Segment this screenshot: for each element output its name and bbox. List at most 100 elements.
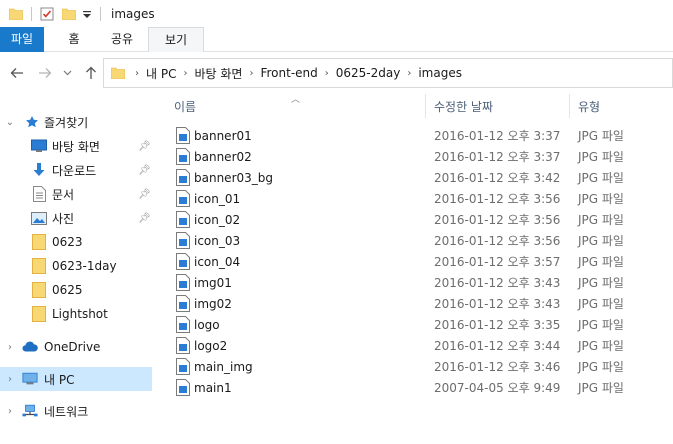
- file-row[interactable]: img01 2016-01-12 오후 3:43 JPG 파일: [160, 272, 673, 293]
- breadcrumb-chevron-icon[interactable]: ›: [179, 68, 191, 79]
- file-row[interactable]: banner02 2016-01-12 오후 3:37 JPG 파일: [160, 146, 673, 167]
- image-file-icon: [176, 358, 190, 375]
- breadcrumb-chevron-icon[interactable]: ›: [403, 68, 415, 79]
- image-file-icon: [176, 169, 190, 186]
- file-row[interactable]: logo 2016-01-12 오후 3:35 JPG 파일: [160, 314, 673, 335]
- nav-this-pc[interactable]: › 내 PC: [0, 367, 152, 391]
- column-divider[interactable]: [425, 94, 426, 118]
- file-date: 2016-01-12 오후 3:35: [434, 318, 561, 332]
- file-date: 2016-01-12 오후 3:56: [434, 192, 561, 206]
- nav-onedrive[interactable]: › OneDrive: [0, 335, 152, 359]
- file-date: 2016-01-12 오후 3:46: [434, 360, 561, 374]
- breadcrumb-chevron-icon[interactable]: ›: [131, 68, 143, 79]
- desktop-icon: [31, 138, 47, 154]
- nav-folder-0625[interactable]: 0625: [0, 278, 152, 302]
- chevron-right-icon[interactable]: ›: [5, 406, 15, 417]
- file-name: icon_02: [194, 212, 241, 227]
- file-name: banner01: [194, 128, 252, 143]
- nav-folder-lightshot[interactable]: Lightshot: [0, 302, 152, 326]
- column-label: 유형: [578, 99, 601, 114]
- nav-pictures[interactable]: 사진 📌︎: [0, 206, 152, 230]
- image-file-icon: [176, 379, 190, 396]
- address-bar[interactable]: › 내 PC › 바탕 화면 › Front-end › 0625-2day ›…: [103, 58, 673, 88]
- nav-label: Lightshot: [52, 307, 108, 321]
- file-type: JPG 파일: [578, 276, 624, 290]
- image-file-icon: [176, 232, 190, 249]
- new-folder-icon[interactable]: [62, 8, 76, 20]
- column-header-name[interactable]: 이름: [174, 94, 424, 118]
- file-row[interactable]: banner03_bg 2016-01-12 오후 3:42 JPG 파일: [160, 167, 673, 188]
- pin-icon[interactable]: 📌︎: [138, 213, 151, 224]
- properties-icon[interactable]: [40, 7, 54, 21]
- file-row[interactable]: img02 2016-01-12 오후 3:43 JPG 파일: [160, 293, 673, 314]
- nav-label: 다운로드: [52, 163, 97, 178]
- file-row[interactable]: main_img 2016-01-12 오후 3:46 JPG 파일: [160, 356, 673, 377]
- back-button[interactable]: [8, 64, 26, 82]
- forward-button[interactable]: [36, 64, 54, 82]
- toolbar-divider: [100, 6, 101, 21]
- file-row[interactable]: icon_03 2016-01-12 오후 3:56 JPG 파일: [160, 230, 673, 251]
- navigation-pane: ⌄ 즐겨찾기 바탕 화면 📌︎ 다운로드 📌︎ 문서 📌︎ 사진 📌︎ 0623…: [0, 94, 152, 444]
- file-type: JPG 파일: [578, 360, 624, 374]
- column-divider[interactable]: [569, 94, 570, 118]
- folder-icon: [31, 234, 47, 250]
- file-type: JPG 파일: [578, 129, 624, 143]
- breadcrumb-chevron-icon[interactable]: ›: [245, 68, 257, 79]
- image-file-icon: [176, 211, 190, 228]
- file-row[interactable]: main1 2007-04-05 오후 9:49 JPG 파일: [160, 377, 673, 398]
- pin-icon[interactable]: 📌︎: [138, 141, 151, 152]
- file-type: JPG 파일: [578, 297, 624, 311]
- nav-quick-access[interactable]: ⌄ 즐겨찾기: [0, 110, 152, 134]
- nav-desktop[interactable]: 바탕 화면 📌︎: [0, 134, 152, 158]
- breadcrumb-chevron-icon[interactable]: ›: [321, 68, 333, 79]
- file-row[interactable]: banner01 2016-01-12 오후 3:37 JPG 파일: [160, 125, 673, 146]
- folder-icon: [31, 282, 47, 298]
- nav-folder-0623-1day[interactable]: 0623-1day: [0, 254, 152, 278]
- image-file-icon: [176, 127, 190, 144]
- nav-network[interactable]: › 네트워크: [0, 399, 152, 423]
- file-type: JPG 파일: [578, 150, 624, 164]
- customize-toolbar-icon[interactable]: [82, 8, 92, 20]
- nav-downloads[interactable]: 다운로드 📌︎: [0, 158, 152, 182]
- breadcrumb-this-pc[interactable]: 내 PC: [143, 65, 179, 82]
- file-row[interactable]: logo2 2016-01-12 오후 3:44 JPG 파일: [160, 335, 673, 356]
- chevron-right-icon[interactable]: ›: [5, 342, 15, 353]
- file-row[interactable]: icon_02 2016-01-12 오후 3:56 JPG 파일: [160, 209, 673, 230]
- chevron-down-icon[interactable]: ⌄: [5, 117, 15, 128]
- file-type: JPG 파일: [578, 213, 624, 227]
- file-date: 2016-01-12 오후 3:37: [434, 150, 561, 164]
- nav-documents[interactable]: 문서 📌︎: [0, 182, 152, 206]
- breadcrumb-images[interactable]: images: [415, 66, 465, 80]
- breadcrumb-desktop[interactable]: 바탕 화면: [191, 65, 245, 82]
- tab-home[interactable]: 홈: [56, 27, 92, 52]
- pin-icon[interactable]: 📌︎: [138, 189, 151, 200]
- file-row[interactable]: icon_04 2016-01-12 오후 3:57 JPG 파일: [160, 251, 673, 272]
- breadcrumb-front-end[interactable]: Front-end: [257, 66, 320, 80]
- image-file-icon: [176, 190, 190, 207]
- folder-icon[interactable]: [9, 8, 23, 20]
- nav-folder-0623[interactable]: 0623: [0, 230, 152, 254]
- file-type: JPG 파일: [578, 234, 624, 248]
- breadcrumb-0625-2day[interactable]: 0625-2day: [333, 66, 404, 80]
- recent-locations-button[interactable]: [61, 64, 73, 82]
- cloud-icon: [22, 339, 38, 355]
- file-name: banner02: [194, 149, 252, 164]
- up-button[interactable]: [82, 64, 100, 82]
- file-date: 2016-01-12 오후 3:37: [434, 129, 561, 143]
- chevron-right-icon[interactable]: ›: [5, 374, 15, 385]
- file-row[interactable]: icon_01 2016-01-12 오후 3:56 JPG 파일: [160, 188, 673, 209]
- column-header-date[interactable]: 수정한 날짜: [434, 94, 568, 118]
- tab-share[interactable]: 공유: [100, 27, 144, 52]
- file-date: 2016-01-12 오후 3:42: [434, 171, 561, 185]
- file-type: JPG 파일: [578, 318, 624, 332]
- tab-view[interactable]: 보기: [148, 27, 204, 52]
- nav-label: OneDrive: [44, 340, 101, 354]
- pin-icon[interactable]: 📌︎: [138, 165, 151, 176]
- tab-file[interactable]: 파일: [0, 27, 44, 52]
- column-header-type[interactable]: 유형: [578, 94, 673, 118]
- star-icon: [24, 114, 40, 130]
- file-name: main1: [194, 380, 232, 395]
- file-date: 2007-04-05 오후 9:49: [434, 381, 561, 395]
- nav-label: 0623-1day: [52, 259, 117, 273]
- file-date: 2016-01-12 오후 3:56: [434, 234, 561, 248]
